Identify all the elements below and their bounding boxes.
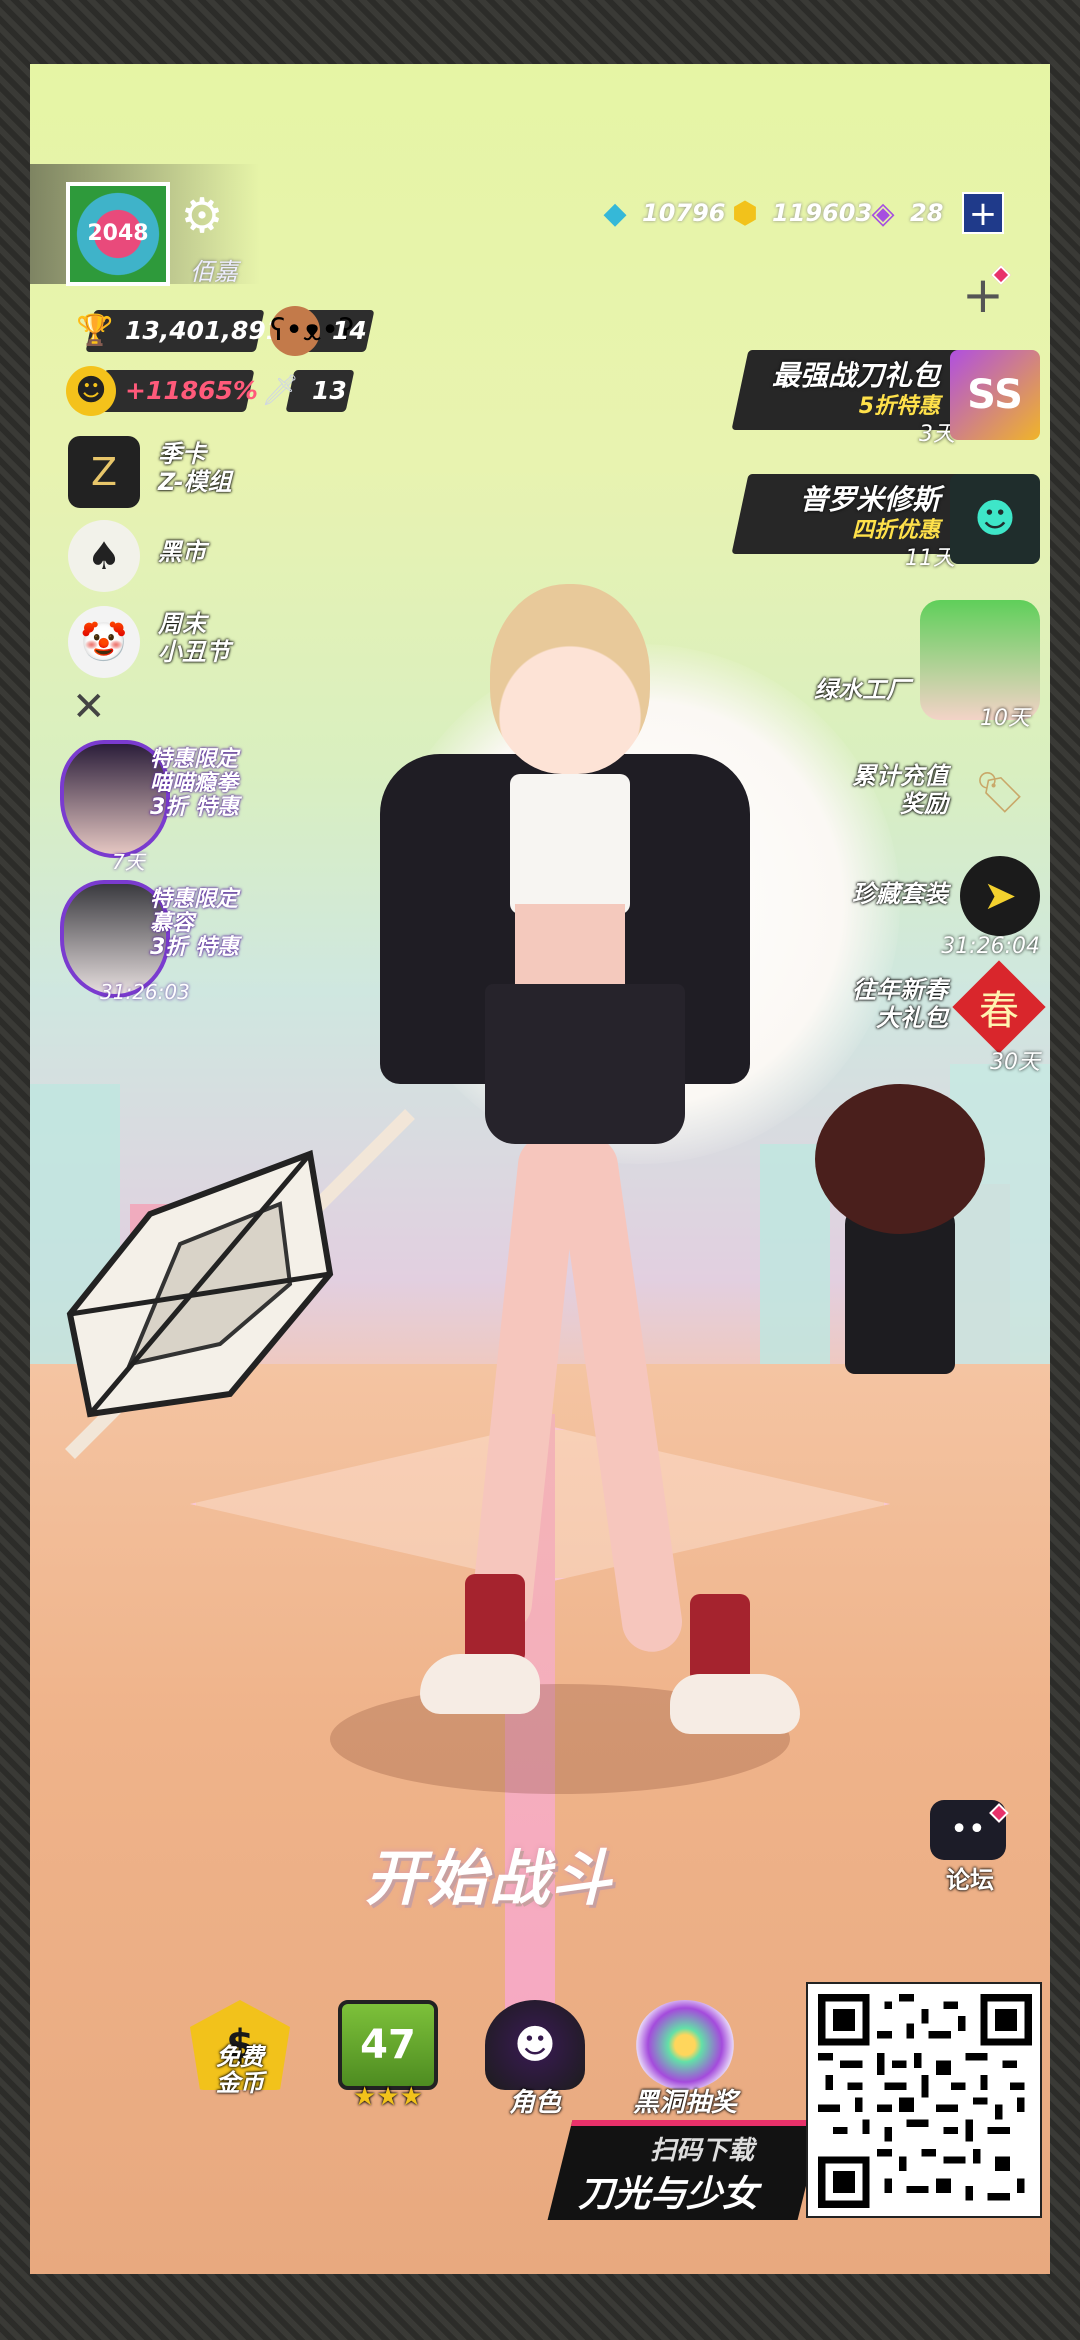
- collection-set-timer: 31:26:04: [941, 934, 1040, 959]
- prometheus-banner[interactable]: 普罗米修斯 四折优惠 11天 ☻: [731, 474, 1040, 574]
- season-card-label: 季卡 Z-模组: [158, 440, 298, 496]
- clown-line1: 周末: [158, 610, 206, 638]
- diamond-icon: ◆: [603, 195, 627, 231]
- spade-icon: ♠: [68, 520, 140, 592]
- spring-pack-timer: 30天: [990, 1050, 1040, 1075]
- collapse-close-icon[interactable]: ✕: [72, 684, 106, 730]
- recharge-line1: 累计充值: [852, 762, 948, 790]
- murong-tag1: 特惠限定: [150, 887, 239, 912]
- recharge-line2: 奖励: [900, 790, 948, 818]
- black-hole-label: 黑洞抽奖: [632, 2088, 737, 2118]
- character-icon: ☻: [485, 2000, 585, 2090]
- sword-count: 13: [312, 376, 347, 405]
- level-badge-icon: 47: [338, 2000, 438, 2090]
- diamond-currency[interactable]: ◆ 10796: [594, 190, 726, 236]
- free-gold-coin-button[interactable]: $ 免费 金币: [185, 2000, 295, 2120]
- promo-meow-fist[interactable]: 特惠限定 喵喵瘾拳 3折 特惠 7天: [60, 740, 290, 874]
- promo-murong[interactable]: 特惠限定 慕容 3折 特惠 31:26:03: [60, 880, 290, 1010]
- level-badge-button[interactable]: 47 ★★★: [333, 2000, 443, 2120]
- purple-gem-icon: ◈: [871, 195, 895, 231]
- spring-line1: 往年新春: [852, 976, 948, 1004]
- smiley-bonus-icon: ☻: [66, 366, 116, 416]
- qr-pattern: [818, 1994, 1032, 2208]
- player-nickname: 佰嘉: [190, 258, 238, 286]
- ss-gift-icon: SS: [950, 350, 1040, 440]
- prometheus-mask-icon: ☻: [950, 474, 1040, 564]
- green-water-factory[interactable]: 绿水工厂 10天: [740, 600, 1040, 731]
- start-battle-button[interactable]: 开始战斗: [365, 1830, 613, 1917]
- meow-fist-tag2: 喵喵瘾拳: [150, 771, 239, 796]
- spring-icon: 春: [952, 960, 1046, 1054]
- gold-value: 119603: [772, 199, 873, 227]
- add-currency-button[interactable]: +: [962, 192, 1004, 234]
- clown-line2: 小丑节: [158, 638, 230, 666]
- paper-plane-icon: ➤: [960, 856, 1040, 936]
- past-spring-festival-pack[interactable]: 往年新春 大礼包 春 30天: [740, 960, 1046, 1075]
- hud-overlay: 2048 ⚙ 佰嘉 🏆 13,401,891 ʕ•ᴥ•ʔ 14 ☻ +11865…: [0, 0, 1080, 2340]
- character-button[interactable]: ☻ 角色: [480, 2000, 590, 2120]
- sale-tag-icon: 🏷: [974, 769, 1026, 816]
- black-market-label: 黑市: [158, 538, 206, 566]
- recharge-label: 累计充值 奖励: [852, 762, 948, 818]
- green-water-factory-label: 绿水工厂: [814, 676, 910, 704]
- free-coin-line2: 金币: [216, 2069, 264, 2097]
- collection-set[interactable]: 珍藏套装 ➤ 31:26:04: [740, 856, 1040, 959]
- murong-timer: 31:26:03: [100, 980, 190, 1004]
- character-label: 角色: [508, 2088, 561, 2118]
- gold-currency[interactable]: ⬢ 119603: [724, 190, 872, 236]
- forum-label: 论坛: [946, 1866, 994, 1894]
- purple-gem-value: 28: [910, 199, 944, 227]
- download-scan-text: 扫码下载: [650, 2136, 755, 2166]
- bear-icon: ʕ•ᴥ•ʔ: [270, 306, 354, 356]
- download-qr-code[interactable]: [806, 1982, 1042, 2218]
- black-hole-icon: [635, 2000, 735, 2090]
- meow-fist-timer: 7天: [112, 850, 145, 874]
- purple-gem-currency[interactable]: ◈ 28: [862, 190, 943, 236]
- level-stars: ★★★: [353, 2082, 423, 2112]
- prometheus-days: 11天: [905, 546, 955, 571]
- trophy-icon: 🏆: [76, 313, 114, 348]
- season-card-line1: 季卡: [158, 440, 206, 468]
- settings-gear-icon[interactable]: ⚙: [176, 190, 228, 242]
- clown-festival-label: 周末 小丑节: [158, 610, 298, 666]
- strongest-blade-pack-banner[interactable]: 最强战刀礼包 5折特惠 3天 SS: [731, 350, 1040, 450]
- black-hole-lottery-button[interactable]: 黑洞抽奖: [630, 2000, 740, 2120]
- cumulative-recharge-reward[interactable]: 累计充值 奖励 🏷: [740, 752, 1040, 852]
- bonus-percent: +11865%: [125, 376, 258, 405]
- bear-count: 14: [332, 316, 367, 345]
- spring-glyph: 春: [979, 988, 1019, 1034]
- clown-icon: 🤡: [68, 606, 140, 678]
- murong-tag: 特惠限定 慕容 3折 特惠: [150, 888, 239, 960]
- green-water-factory-timer: 10天: [980, 706, 1030, 731]
- gold-coin-icon: ⬢: [731, 195, 759, 231]
- murong-tag3: 3折 特惠: [150, 935, 239, 960]
- player-avatar[interactable]: 2048: [66, 182, 170, 286]
- avatar-text: 2048: [87, 221, 149, 246]
- meow-fist-tag: 特惠限定 喵喵瘾拳 3折 特惠: [150, 748, 239, 820]
- diamond-value: 10796: [642, 199, 726, 227]
- season-card-line2: Z-模组: [158, 468, 232, 496]
- meow-fist-tag3: 3折 特惠: [150, 795, 239, 820]
- free-coin-line1: 免费: [216, 2043, 264, 2071]
- spring-pack-label: 往年新春 大礼包: [852, 976, 948, 1032]
- trophy-score: 13,401,891: [125, 316, 284, 345]
- murong-tag2: 慕容: [150, 911, 195, 936]
- sword-icon: 🗡: [260, 373, 300, 408]
- free-coin-label: 免费 金币: [185, 2044, 295, 2096]
- spring-line2: 大礼包: [876, 1004, 948, 1032]
- z-module-icon: Z: [68, 436, 140, 508]
- download-game-title: 刀光与少女: [578, 2174, 759, 2215]
- collection-set-label: 珍藏套装: [852, 880, 948, 908]
- meow-fist-tag1: 特惠限定: [150, 747, 239, 772]
